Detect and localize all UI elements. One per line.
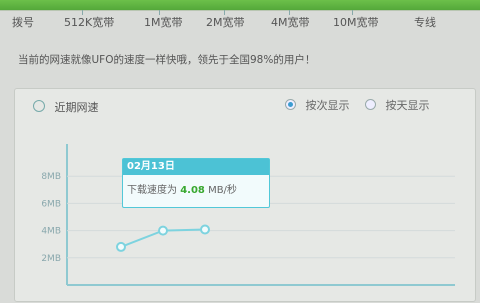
tooltip-label: 下载速度为 <box>127 185 177 196</box>
data-point[interactable] <box>158 225 168 236</box>
y-tick-label: 4MB <box>41 227 61 237</box>
y-tick-label: 8MB <box>41 172 61 182</box>
y-tick-label: 2MB <box>41 254 61 264</box>
panel-title: 近期网速 <box>33 99 99 115</box>
radio-by-times[interactable]: 按次显示 <box>285 97 350 113</box>
tab-1m[interactable]: 1M宽带 <box>144 14 183 30</box>
tab-10m[interactable]: 10M宽带 <box>333 14 379 30</box>
panel-title-text: 近期网速 <box>54 101 99 114</box>
radio-selected-icon[interactable] <box>285 99 296 110</box>
radio-by-days-label: 按天显示 <box>385 99 430 112</box>
radio-unselected-icon[interactable] <box>365 99 376 110</box>
speed-tier-tabs: 拨号 512K宽带 1M宽带 2M宽带 4M宽带 10M宽带 专线 <box>0 10 480 42</box>
speed-slogan: 当前的网速就像UFO的速度一样快哦，领先于全国98%的用户！ <box>18 54 316 66</box>
data-point[interactable] <box>116 241 126 252</box>
tab-dialup[interactable]: 拨号 <box>12 14 34 30</box>
radio-by-days[interactable]: 按天显示 <box>365 97 430 113</box>
data-point[interactable] <box>200 224 210 235</box>
clock-icon <box>33 100 45 112</box>
tab-dedicated-line[interactable]: 专线 <box>414 14 436 30</box>
speed-chart: 8MB 6MB 4MB 2MB <box>25 129 465 299</box>
tab-2m[interactable]: 2M宽带 <box>206 14 245 30</box>
radio-by-times-label: 按次显示 <box>305 99 350 112</box>
tooltip-date: 02月13日 <box>123 159 269 175</box>
tab-4m[interactable]: 4M宽带 <box>271 14 310 30</box>
tooltip-body: 下载速度为 4.08 MB/秒 <box>123 175 269 196</box>
speed-chart-svg: 8MB 6MB 4MB 2MB <box>41 144 455 286</box>
tab-512k[interactable]: 512K宽带 <box>64 14 114 30</box>
data-tooltip: 02月13日 下载速度为 4.08 MB/秒 <box>122 158 270 208</box>
tooltip-value: 4.08 <box>180 185 205 196</box>
tooltip-unit: MB/秒 <box>208 185 237 196</box>
y-tick-label: 6MB <box>41 199 61 209</box>
